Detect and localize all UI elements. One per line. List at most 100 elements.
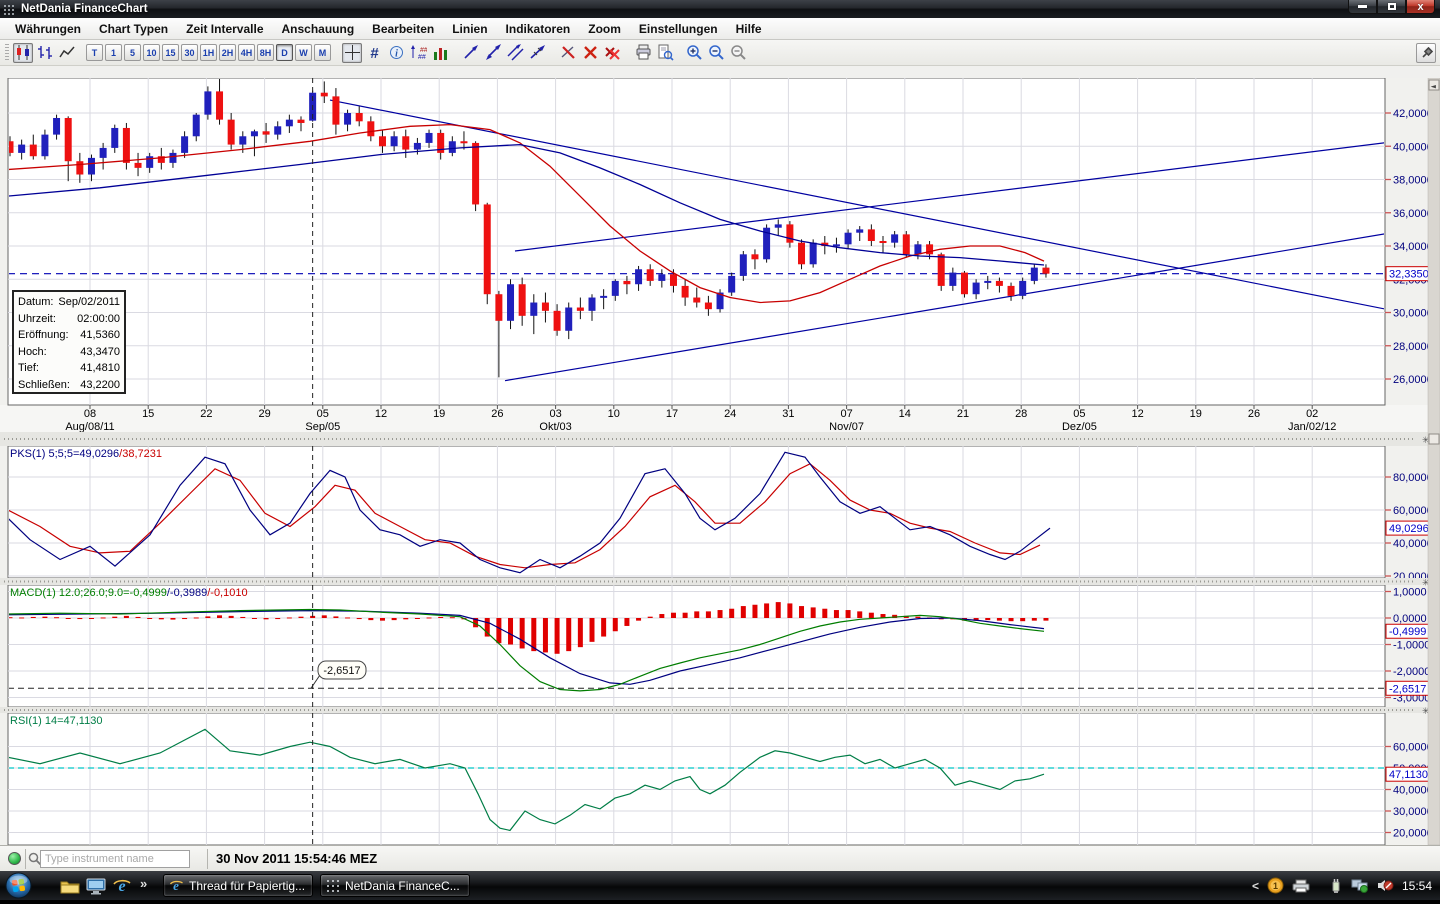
candle[interactable] xyxy=(41,134,49,157)
candle[interactable] xyxy=(728,275,736,293)
candle[interactable] xyxy=(134,162,142,168)
instrument-search-input[interactable] xyxy=(40,850,190,868)
candle[interactable] xyxy=(216,91,224,120)
candle[interactable] xyxy=(972,282,980,295)
candle[interactable] xyxy=(751,254,759,260)
toolbar-chart-type-candlestick-button[interactable] xyxy=(13,42,33,63)
right-gutter[interactable] xyxy=(1427,78,1440,845)
menu-anschauung[interactable]: Anschauung xyxy=(273,20,364,38)
candle[interactable] xyxy=(250,131,258,137)
panel-splitter[interactable]: ✳ xyxy=(0,432,1440,446)
candle[interactable] xyxy=(227,119,235,145)
chart-area[interactable]: 42,000040,000038,000036,000034,000032,00… xyxy=(0,78,1440,845)
candle[interactable] xyxy=(53,117,61,135)
candle[interactable] xyxy=(483,204,491,295)
tray-chevron[interactable]: < xyxy=(1252,879,1259,893)
candle[interactable] xyxy=(204,91,212,115)
candle[interactable] xyxy=(297,119,305,123)
toolbar-print-preview-button[interactable] xyxy=(655,43,675,63)
candle[interactable] xyxy=(658,274,666,281)
menu-indikatoren[interactable]: Indikatoren xyxy=(497,20,580,38)
candle[interactable] xyxy=(1030,267,1038,281)
toolbar-tf-D-button[interactable]: D xyxy=(276,44,293,61)
candle[interactable] xyxy=(576,307,584,311)
power-plug-icon[interactable] xyxy=(1328,878,1343,894)
candle[interactable] xyxy=(541,302,549,311)
candle[interactable] xyxy=(844,232,852,245)
candle[interactable] xyxy=(704,302,712,310)
candle[interactable] xyxy=(192,114,200,137)
candle[interactable] xyxy=(320,92,328,97)
toolbar-tf-4H-button[interactable]: 4H xyxy=(238,44,255,61)
toolbar-grid-button[interactable]: # xyxy=(364,43,384,63)
quicklaunch-desktop-icon[interactable] xyxy=(84,874,108,898)
candle[interactable] xyxy=(937,254,945,286)
toolbar-chart-type-line-button[interactable] xyxy=(57,43,77,63)
candle[interactable] xyxy=(390,136,398,147)
candle[interactable] xyxy=(600,295,608,298)
pin-toolbar-button[interactable] xyxy=(1416,43,1436,63)
menu-währungen[interactable]: Währungen xyxy=(6,20,90,38)
toolbar-zoom-in-button[interactable] xyxy=(684,43,704,63)
toolbar-tf-5-button[interactable]: 5 xyxy=(124,44,141,61)
candle[interactable] xyxy=(553,310,561,331)
candle[interactable] xyxy=(809,242,817,265)
quicklaunch-overflow-chevron[interactable]: » xyxy=(140,876,147,891)
toolbar-tf-15-button[interactable]: 15 xyxy=(162,44,179,61)
candle[interactable] xyxy=(786,224,794,243)
toolbar-trend-line-button[interactable] xyxy=(461,43,481,63)
toolbar-remove-line-button[interactable] xyxy=(558,43,578,63)
toolbar-volume-button[interactable] xyxy=(430,43,450,63)
candle[interactable] xyxy=(611,280,619,296)
candle[interactable] xyxy=(413,142,421,150)
candle[interactable] xyxy=(1007,285,1015,296)
menu-bearbeiten[interactable]: Bearbeiten xyxy=(363,20,443,38)
candle[interactable] xyxy=(984,280,992,283)
task-button-netdania[interactable]: NetDania FinanceC... xyxy=(320,874,470,897)
candle[interactable] xyxy=(425,132,433,143)
toolbar-tf-1-button[interactable]: 1 xyxy=(105,44,122,61)
candle[interactable] xyxy=(87,157,95,175)
menu-hilfe[interactable]: Hilfe xyxy=(727,20,771,38)
candle[interactable] xyxy=(344,113,352,125)
candle[interactable] xyxy=(122,127,130,163)
menu-einstellungen[interactable]: Einstellungen xyxy=(630,20,727,38)
toolbar-delete-all-button[interactable] xyxy=(602,43,622,63)
candle[interactable] xyxy=(530,302,538,316)
quicklaunch-folder-icon[interactable] xyxy=(58,874,82,898)
candle[interactable] xyxy=(774,224,782,228)
candle[interactable] xyxy=(169,152,177,163)
main-plot[interactable] xyxy=(7,78,1386,406)
toolbar-trend-channel-button[interactable] xyxy=(505,43,525,63)
candle[interactable] xyxy=(1019,280,1027,296)
toolbar-chart-type-bars-button[interactable] xyxy=(35,43,55,63)
network-icon[interactable] xyxy=(1351,878,1369,893)
candle[interactable] xyxy=(960,272,968,295)
toolbar-tf-2H-button[interactable]: 2H xyxy=(219,44,236,61)
gutter-button-mid[interactable] xyxy=(1428,433,1440,445)
toolbar-crosshair-button[interactable] xyxy=(342,42,362,63)
start-button[interactable] xyxy=(5,872,32,899)
toolbar-zoom-out-button[interactable] xyxy=(706,43,726,63)
candle[interactable] xyxy=(76,161,84,175)
candle[interactable] xyxy=(448,141,456,153)
toolbar-tf-W-button[interactable]: W xyxy=(295,44,312,61)
candle[interactable] xyxy=(588,297,596,311)
toolbar-print-button[interactable] xyxy=(633,43,653,63)
candle[interactable] xyxy=(518,284,526,316)
candle[interactable] xyxy=(623,280,631,285)
toolbar-zoom-reset-button[interactable] xyxy=(728,43,748,63)
candle[interactable] xyxy=(646,269,654,281)
toolbar-delete-button[interactable] xyxy=(580,43,600,63)
candle[interactable] xyxy=(669,274,677,286)
candle[interactable] xyxy=(635,269,643,285)
candle[interactable] xyxy=(29,144,37,157)
candle[interactable] xyxy=(1042,267,1050,274)
candle[interactable] xyxy=(367,121,375,137)
candle[interactable] xyxy=(274,126,282,135)
rsi-plot[interactable] xyxy=(7,712,1386,845)
toolbar-tf-M-button[interactable]: M xyxy=(314,44,331,61)
quicklaunch-ie-icon[interactable]: e xyxy=(110,874,134,898)
candle[interactable] xyxy=(495,294,503,321)
candle[interactable] xyxy=(402,136,410,150)
